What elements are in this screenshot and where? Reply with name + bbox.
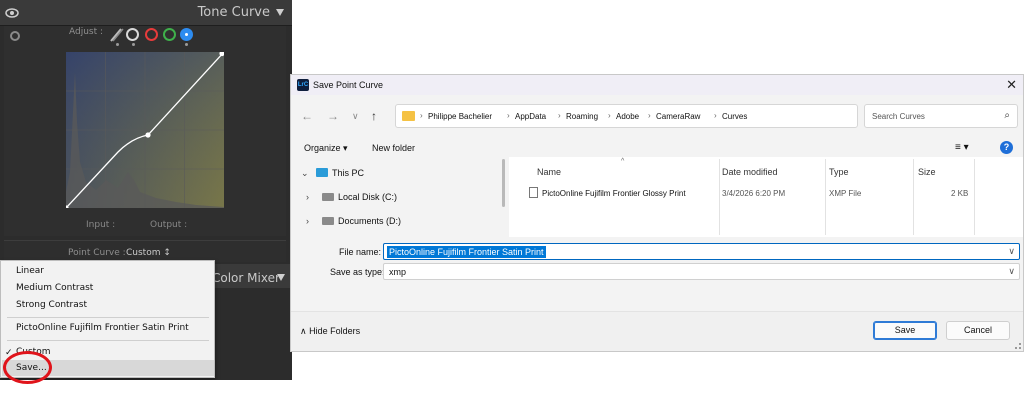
- hide-folders-button[interactable]: ∧ Hide Folders: [300, 326, 360, 337]
- menu-item-linear[interactable]: Linear: [16, 266, 44, 276]
- resize-grip-icon[interactable]: [1015, 343, 1021, 349]
- breadcrumb-appdata[interactable]: AppData: [515, 112, 546, 121]
- search-input[interactable]: Search Curves ⌕: [864, 104, 1018, 128]
- file-name-value: PictoOnline Fujifilm Frontier Satin Prin…: [387, 246, 546, 258]
- point-curve-select[interactable]: Custom ↕: [126, 248, 171, 258]
- color-mixer-title: Color Mixer: [212, 271, 280, 285]
- point-curve-label: Point Curve :: [68, 248, 126, 258]
- breadcrumb-separator: ›: [608, 111, 611, 120]
- dialog-titlebar[interactable]: LrC Save Point Curve ✕: [291, 75, 1023, 95]
- breadcrumb-separator: ›: [420, 111, 423, 120]
- file-type-cell: XMP File: [829, 189, 862, 198]
- save-as-type-label: Save as type:: [330, 267, 385, 277]
- collapse-triangle-icon[interactable]: [277, 274, 285, 281]
- channel-green-icon[interactable]: [163, 28, 176, 41]
- column-divider[interactable]: [913, 159, 914, 235]
- column-header-date-modified[interactable]: Date modified: [722, 167, 778, 177]
- breadcrumb-separator: ›: [648, 111, 651, 120]
- column-header-name[interactable]: Name: [537, 167, 561, 177]
- file-name-label: File name:: [339, 247, 382, 257]
- eye-icon[interactable]: [4, 6, 20, 20]
- column-divider[interactable]: [719, 159, 720, 235]
- tone-curve-panel: Tone Curve Adjust : Input: Output: Poi…: [0, 0, 292, 380]
- menu-divider: [7, 340, 209, 341]
- column-divider[interactable]: [974, 159, 975, 235]
- save-as-type-chevron-icon[interactable]: ∨: [1008, 266, 1015, 277]
- nav-item-local-disk[interactable]: Local Disk (C:): [338, 192, 397, 202]
- collapse-triangle-icon[interactable]: [276, 9, 284, 16]
- file-icon: [529, 187, 538, 198]
- channel-red-icon[interactable]: [145, 28, 158, 41]
- tone-curve-title: Tone Curve: [197, 5, 270, 20]
- menu-item-pictoonline-satin[interactable]: PictoOnline Fujifilm Frontier Satin Prin…: [16, 323, 189, 333]
- file-name-dropdown-chevron-icon[interactable]: ∨: [1008, 246, 1015, 257]
- documents-drive-icon: [322, 217, 334, 225]
- highlight-ring: [3, 351, 52, 384]
- lightroom-app-icon: LrC: [297, 79, 309, 91]
- adjust-label: Adjust :: [69, 27, 104, 37]
- new-folder-button[interactable]: New folder: [372, 143, 415, 153]
- close-icon[interactable]: ✕: [1006, 77, 1017, 93]
- tone-curve-header[interactable]: Tone Curve: [0, 0, 292, 26]
- back-arrow-icon[interactable]: ←: [301, 109, 313, 123]
- file-name-cell[interactable]: PictoOnline Fujifilm Frontier Glossy Pri…: [542, 189, 686, 198]
- menu-item-medium-contrast[interactable]: Medium Contrast: [16, 283, 93, 293]
- help-icon[interactable]: ?: [1000, 141, 1013, 154]
- menu-item-strong-contrast[interactable]: Strong Contrast: [16, 300, 87, 310]
- up-arrow-icon[interactable]: ↑: [371, 109, 377, 123]
- parametric-curve-icon[interactable]: [108, 27, 124, 43]
- column-header-size[interactable]: Size: [918, 167, 936, 177]
- channel-indicator-dot: [185, 43, 188, 46]
- breadcrumb-separator: ›: [558, 111, 561, 120]
- expand-chevron-icon[interactable]: ›: [306, 216, 309, 226]
- organize-button[interactable]: Organize ▾: [304, 143, 348, 154]
- file-name-input[interactable]: PictoOnline Fujifilm Frontier Satin Prin…: [383, 243, 1020, 260]
- save-button[interactable]: Save: [873, 321, 937, 340]
- dialog-title: Save Point Curve: [313, 80, 384, 90]
- local-disk-icon: [322, 193, 334, 201]
- breadcrumb-curves[interactable]: Curves: [722, 112, 747, 121]
- breadcrumb-cameraraw[interactable]: CameraRaw: [656, 112, 700, 121]
- output-label: Output :: [150, 220, 188, 230]
- tone-curve-graph[interactable]: [66, 52, 224, 208]
- save-as-type-value: xmp: [389, 267, 407, 277]
- nav-item-documents[interactable]: Documents (D:): [338, 216, 401, 226]
- channel-indicator-dot: [116, 43, 119, 46]
- menu-divider: [7, 317, 209, 318]
- expand-chevron-icon[interactable]: ›: [306, 192, 309, 202]
- breadcrumb-separator: ›: [507, 111, 510, 120]
- save-point-curve-dialog: LrC Save Point Curve ✕ ← → ∨ ↑ › Philipp…: [290, 74, 1024, 352]
- breadcrumb-roaming[interactable]: Roaming: [566, 112, 598, 121]
- channel-rgb-icon[interactable]: [126, 28, 139, 41]
- nav-scrollbar[interactable]: [502, 159, 505, 207]
- save-as-type-select[interactable]: xmp ∨: [383, 263, 1020, 280]
- forward-arrow-icon[interactable]: →: [327, 109, 339, 123]
- search-placeholder: Search Curves: [872, 112, 925, 121]
- search-icon: ⌕: [1004, 110, 1010, 121]
- channel-indicator-dot: [132, 43, 135, 46]
- breadcrumb-philippe-bachelier[interactable]: Philippe Bachelier: [428, 112, 492, 121]
- folder-icon: [402, 111, 415, 121]
- column-header-type[interactable]: Type: [829, 167, 849, 177]
- column-divider[interactable]: [825, 159, 826, 235]
- target-adjust-icon[interactable]: [10, 31, 20, 41]
- input-label: Input :: [86, 220, 116, 230]
- breadcrumb-adobe[interactable]: Adobe: [616, 112, 639, 121]
- nav-item-this-pc[interactable]: This PC: [332, 168, 364, 178]
- view-options-icon[interactable]: ≡ ▾: [955, 142, 969, 153]
- this-pc-icon: [316, 168, 328, 177]
- file-date-cell: 3/4/2026 6:20 PM: [722, 189, 786, 198]
- channel-blue-icon[interactable]: [180, 28, 193, 41]
- breadcrumb-separator: ›: [714, 111, 717, 120]
- address-bar[interactable]: › Philippe Bachelier › AppData › Roaming…: [395, 104, 948, 128]
- cancel-button[interactable]: Cancel: [946, 321, 1010, 340]
- file-size-cell: 2 KB: [951, 189, 969, 198]
- channel-selected-dot: [185, 33, 188, 36]
- sort-arrow-icon: ^: [621, 158, 625, 165]
- recent-locations-chevron-icon[interactable]: ∨: [352, 111, 359, 122]
- expand-chevron-icon[interactable]: ⌄: [301, 168, 309, 179]
